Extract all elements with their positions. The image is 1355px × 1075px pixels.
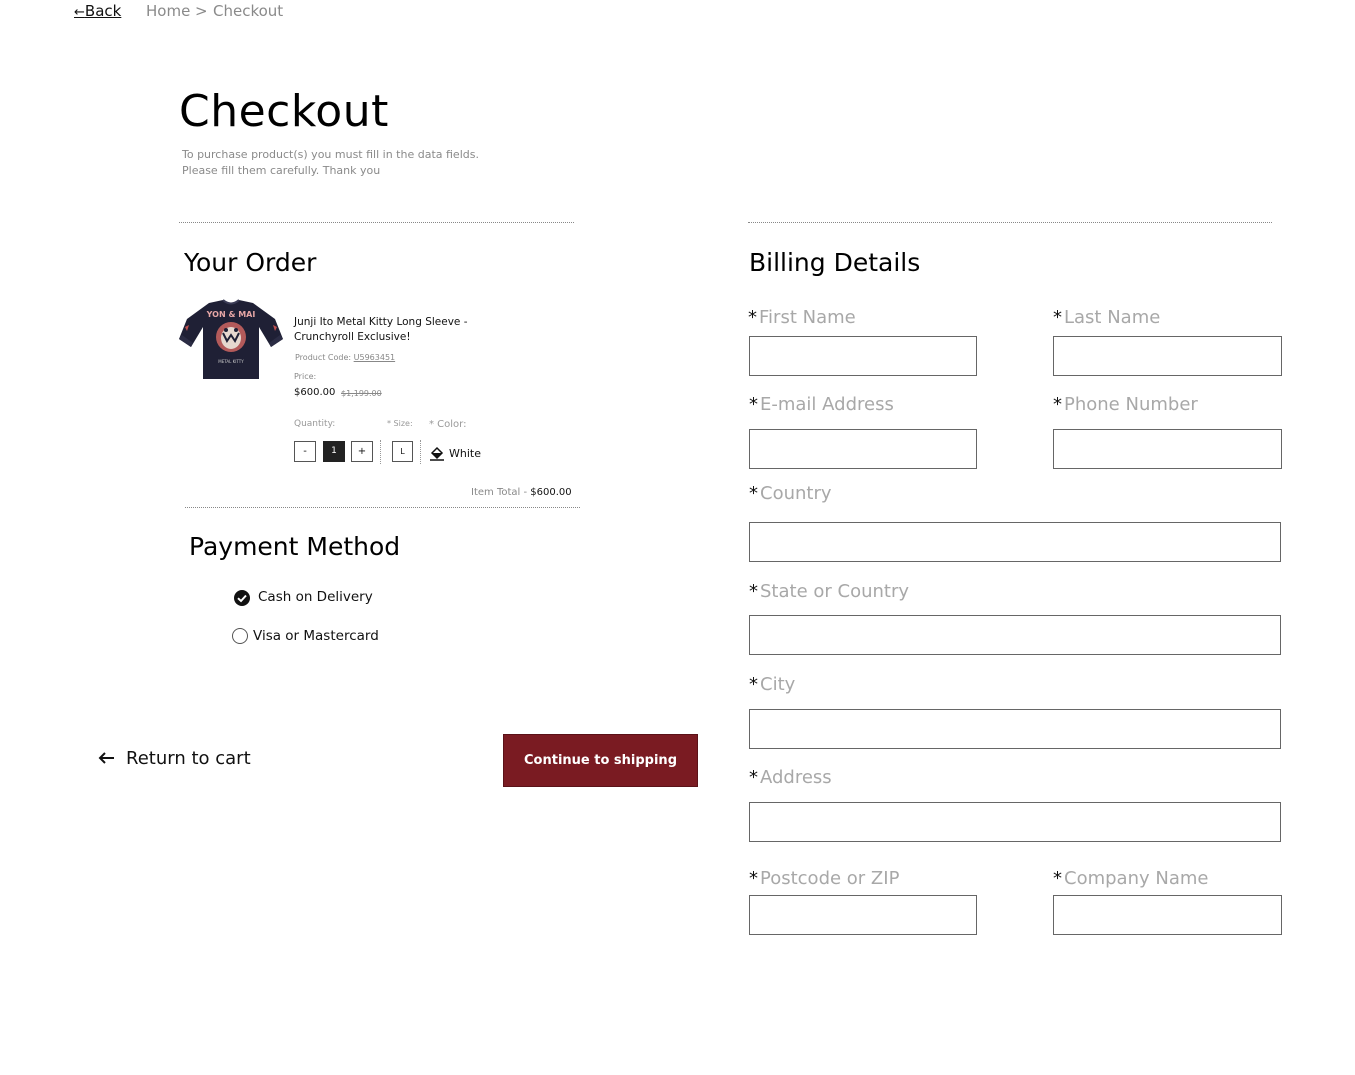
page-subtitle: To purchase product(s) you must fill in …: [182, 147, 479, 179]
required-mark: *: [749, 394, 758, 415]
arrow-left-icon: ←: [74, 5, 85, 20]
breadcrumb-separator: >: [195, 2, 208, 20]
country-field[interactable]: [749, 522, 1281, 562]
address-field[interactable]: [749, 802, 1281, 842]
product-code: Product Code: U5963451: [295, 353, 395, 362]
item-total-value: $600.00: [530, 487, 572, 498]
svg-text:METAL KITTY: METAL KITTY: [218, 359, 244, 364]
address-label: * Address: [749, 767, 832, 788]
payment-option-label[interactable]: Cash on Delivery: [258, 589, 373, 605]
product-name-line: Crunchyroll Exclusive!: [294, 331, 411, 343]
company-label-text: Company Name: [1064, 868, 1209, 889]
city-label-text: City: [760, 674, 796, 695]
phone-field[interactable]: [1053, 429, 1282, 469]
divider: [748, 222, 1272, 223]
product-image: YON & MAI METAL KITTY: [179, 297, 283, 383]
required-mark: *: [1053, 394, 1062, 415]
product-name-line: Junji Ito Metal Kitty Long Sleeve -: [294, 316, 468, 328]
first-name-label: * First Name: [748, 307, 856, 328]
postcode-label: * Postcode or ZIP: [749, 868, 899, 889]
item-total: Item Total - $600.00: [471, 487, 572, 498]
product-code-value[interactable]: U5963451: [354, 353, 395, 362]
quantity-label: Quantity:: [294, 419, 336, 429]
phone-label-text: Phone Number: [1064, 394, 1198, 415]
state-field[interactable]: [749, 615, 1281, 655]
address-label-text: Address: [760, 767, 832, 788]
color-label: * Color:: [429, 419, 467, 430]
required-mark: *: [1053, 307, 1062, 328]
required-mark: *: [749, 767, 758, 788]
price: $600.00: [294, 387, 336, 398]
size-select[interactable]: L: [392, 441, 413, 462]
old-price: $1,199.00: [341, 389, 382, 398]
back-label: Back: [84, 2, 122, 20]
email-field[interactable]: [749, 429, 977, 469]
phone-label: * Phone Number: [1053, 394, 1198, 415]
quantity-increase-button[interactable]: +: [351, 441, 373, 462]
email-label-text: E-mail Address: [760, 394, 894, 415]
divider: [380, 440, 381, 464]
required-mark: *: [749, 483, 758, 504]
email-label: * E-mail Address: [749, 394, 894, 415]
city-label: * City: [749, 674, 795, 695]
required-mark: *: [748, 307, 757, 328]
breadcrumb-current: Checkout: [213, 2, 284, 20]
paint-bucket-icon: [429, 446, 445, 462]
page-subtitle-line: Please fill them carefully. Thank you: [182, 164, 381, 177]
payment-method-title: Payment Method: [189, 532, 401, 561]
company-label: * Company Name: [1053, 868, 1208, 889]
billing-details-title: Billing Details: [749, 248, 921, 277]
country-label: * Country: [749, 483, 832, 504]
divider: [420, 440, 421, 464]
product-name[interactable]: Junji Ito Metal Kitty Long Sleeve - Crun…: [294, 315, 484, 345]
return-to-cart-link[interactable]: Return to cart: [98, 748, 251, 770]
price-label: Price:: [294, 372, 317, 381]
back-link[interactable]: ←Back: [74, 2, 121, 20]
state-label-text: State or Country: [760, 581, 910, 602]
country-label-text: Country: [760, 483, 832, 504]
arrow-left-icon: [98, 749, 116, 770]
color-value[interactable]: White: [449, 447, 481, 460]
last-name-field[interactable]: [1053, 336, 1282, 376]
divider: [185, 507, 580, 508]
breadcrumb-home[interactable]: Home: [146, 2, 190, 20]
svg-text:YON & MAI: YON & MAI: [206, 310, 256, 319]
page-title: Checkout: [179, 86, 389, 137]
payment-option-label[interactable]: Visa or Mastercard: [253, 628, 379, 644]
required-mark: *: [749, 674, 758, 695]
company-field[interactable]: [1053, 895, 1282, 935]
first-name-label-text: First Name: [759, 307, 856, 328]
check-icon: [237, 594, 247, 603]
product-code-label: Product Code:: [295, 353, 352, 362]
continue-to-shipping-button[interactable]: Continue to shipping: [503, 734, 698, 787]
state-label: * State or Country: [749, 581, 909, 602]
quantity-value[interactable]: 1: [323, 441, 345, 462]
size-label: * Size:: [387, 419, 413, 428]
first-name-field[interactable]: [749, 336, 977, 376]
quantity-decrease-button[interactable]: -: [294, 441, 316, 462]
last-name-label-text: Last Name: [1064, 307, 1161, 328]
last-name-label: * Last Name: [1053, 307, 1160, 328]
return-to-cart-label: Return to cart: [126, 748, 251, 769]
payment-option-card-radio[interactable]: [232, 628, 248, 644]
required-mark: *: [749, 868, 758, 889]
item-total-label: Item Total -: [471, 487, 528, 498]
required-mark: *: [749, 581, 758, 602]
required-mark: *: [1053, 868, 1062, 889]
your-order-title: Your Order: [184, 248, 317, 277]
city-field[interactable]: [749, 709, 1281, 749]
payment-option-cod-radio[interactable]: [234, 590, 250, 606]
divider: [179, 222, 574, 223]
postcode-field[interactable]: [749, 895, 977, 935]
postcode-label-text: Postcode or ZIP: [760, 868, 900, 889]
page-subtitle-line: To purchase product(s) you must fill in …: [182, 148, 479, 161]
